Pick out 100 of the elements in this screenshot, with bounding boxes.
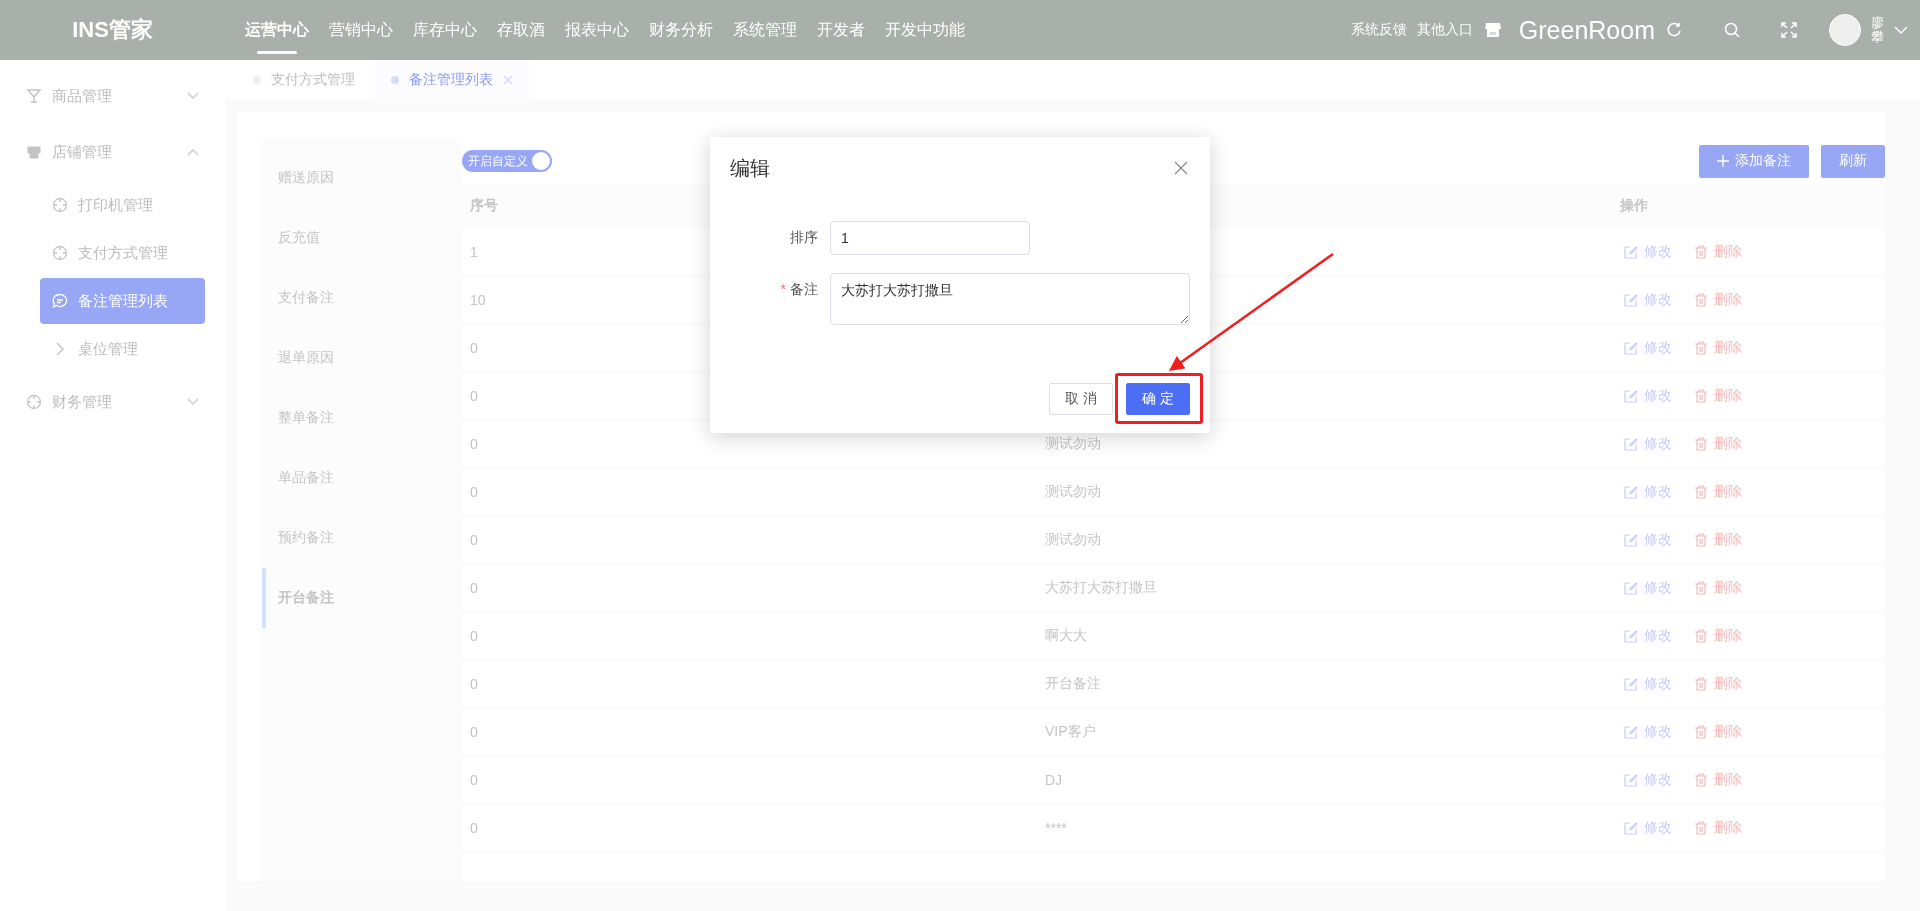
refresh-icon[interactable] [1665,21,1683,39]
nav-tab[interactable]: 运营中心 [245,0,309,60]
edit-link[interactable]: 修改 [1624,770,1672,789]
sidebar-item[interactable]: 桌位管理 [40,326,205,372]
chevron-down-icon[interactable] [1894,25,1908,35]
delete-link[interactable]: 删除 [1694,434,1742,453]
table-cell: **** [1045,819,1067,836]
nav-tab[interactable]: 存取酒 [497,0,545,60]
dialog-title: 编辑 [730,155,770,181]
user-name[interactable]: 廖攀 [1871,15,1884,45]
table-cell: 0 [470,819,478,836]
delete-link[interactable]: 删除 [1694,626,1742,645]
tab-label: 支付方式管理 [271,71,355,89]
nav-tab[interactable]: 库存中心 [413,0,477,60]
delete-link[interactable]: 删除 [1694,242,1742,261]
delete-link[interactable]: 删除 [1694,290,1742,309]
crosshair-icon [52,197,68,213]
category-item[interactable]: 开台备注 [262,568,462,628]
required-mark: * [780,281,786,299]
edit-link[interactable]: 修改 [1624,626,1672,645]
trash-icon [1694,244,1708,259]
edit-link[interactable]: 修改 [1624,434,1672,453]
sort-input-field[interactable]: 1 [830,221,1030,255]
table-cell: 0 [470,723,478,740]
edit-icon [1624,580,1638,595]
edit-link[interactable]: 修改 [1624,530,1672,549]
refresh-button[interactable]: 刷新 [1821,144,1885,178]
edit-icon [1624,436,1638,451]
delete-link[interactable]: 删除 [1694,722,1742,741]
delete-link[interactable]: 删除 [1694,818,1742,837]
nav-tab[interactable]: 开发中功能 [885,0,965,60]
custom-toggle[interactable]: 开启自定义 [462,150,552,172]
edit-link[interactable]: 修改 [1624,386,1672,405]
group-label: 店铺管理 [52,142,112,162]
edit-link[interactable]: 修改 [1624,722,1672,741]
delete-link[interactable]: 删除 [1694,386,1742,405]
table-cell: 10 [470,291,486,308]
search-icon[interactable] [1723,21,1741,39]
table-cell: 开台备注 [1045,674,1101,691]
note-textarea[interactable]: 大苏打大苏打撒旦 [830,273,1190,325]
cancel-button[interactable]: 取 消 [1049,383,1113,415]
nav-tab[interactable]: 财务分析 [649,0,713,60]
edit-icon [1624,676,1638,691]
table-cell: 0 [470,579,478,596]
group-label: 财务管理 [52,392,112,412]
delete-link[interactable]: 删除 [1694,338,1742,357]
header-link[interactable]: 其他入口 [1416,21,1473,39]
page-tab[interactable]: 支付方式管理 [237,60,371,100]
table-cell: 0 [470,675,478,692]
nav-tab[interactable]: 报表中心 [565,0,629,60]
delete-link[interactable]: 删除 [1694,482,1742,501]
category-item[interactable]: 反充值 [262,208,462,268]
delete-link[interactable]: 删除 [1694,674,1742,693]
edit-link[interactable]: 修改 [1624,578,1672,597]
table-cell: 0 [470,531,478,548]
sidebar-item[interactable]: 打印机管理 [40,182,205,228]
column-header: 序号 [470,197,498,213]
table-cell: DJ [1045,771,1063,788]
close-icon[interactable] [1174,161,1188,175]
table-cell: 0 [470,627,478,644]
store-icon [26,144,42,160]
edit-icon [1624,772,1638,787]
header-link[interactable]: 系统反馈 [1350,21,1407,39]
avatar[interactable] [1829,14,1861,46]
delete-link[interactable]: 删除 [1694,770,1742,789]
trash-icon [1694,676,1708,691]
confirm-button[interactable]: 确 定 [1126,383,1190,415]
fullscreen-icon[interactable] [1781,22,1797,38]
nav-tab[interactable]: 营销中心 [329,0,393,60]
nav-tab[interactable]: 开发者 [817,0,865,60]
sidebar-group[interactable]: 商品管理 [0,68,225,124]
group-label: 商品管理 [52,86,112,106]
table-cell: 啊大大 [1045,626,1087,643]
sidebar-group[interactable]: 财务管理 [0,374,225,430]
edit-link[interactable]: 修改 [1624,242,1672,261]
edit-icon [1624,244,1638,259]
edit-link[interactable]: 修改 [1624,290,1672,309]
edit-link[interactable]: 修改 [1624,338,1672,357]
store-icon [1482,20,1503,40]
store-name[interactable]: GreenRoom [1518,15,1655,45]
edit-link[interactable]: 修改 [1624,818,1672,837]
sidebar-group[interactable]: 店铺管理 [0,124,225,180]
trash-icon [1694,340,1708,355]
plus-icon [1717,155,1729,167]
delete-link[interactable]: 删除 [1694,578,1742,597]
table-cell: 0 [470,435,478,452]
table-cell: 0 [470,483,478,500]
sidebar-item[interactable]: 备注管理列表 [40,278,205,324]
add-note-button[interactable]: 添加备注 [1699,144,1809,178]
sidebar-item[interactable]: 支付方式管理 [40,230,205,276]
delete-link[interactable]: 删除 [1694,530,1742,549]
edit-link[interactable]: 修改 [1624,674,1672,693]
edit-icon [1624,724,1638,739]
trash-icon [1694,388,1708,403]
crosshair-icon [52,245,68,261]
trash-icon [1694,820,1708,835]
edit-link[interactable]: 修改 [1624,482,1672,501]
trash-icon [1694,724,1708,739]
crosshair-icon [26,394,42,410]
nav-tab[interactable]: 系统管理 [733,0,797,60]
